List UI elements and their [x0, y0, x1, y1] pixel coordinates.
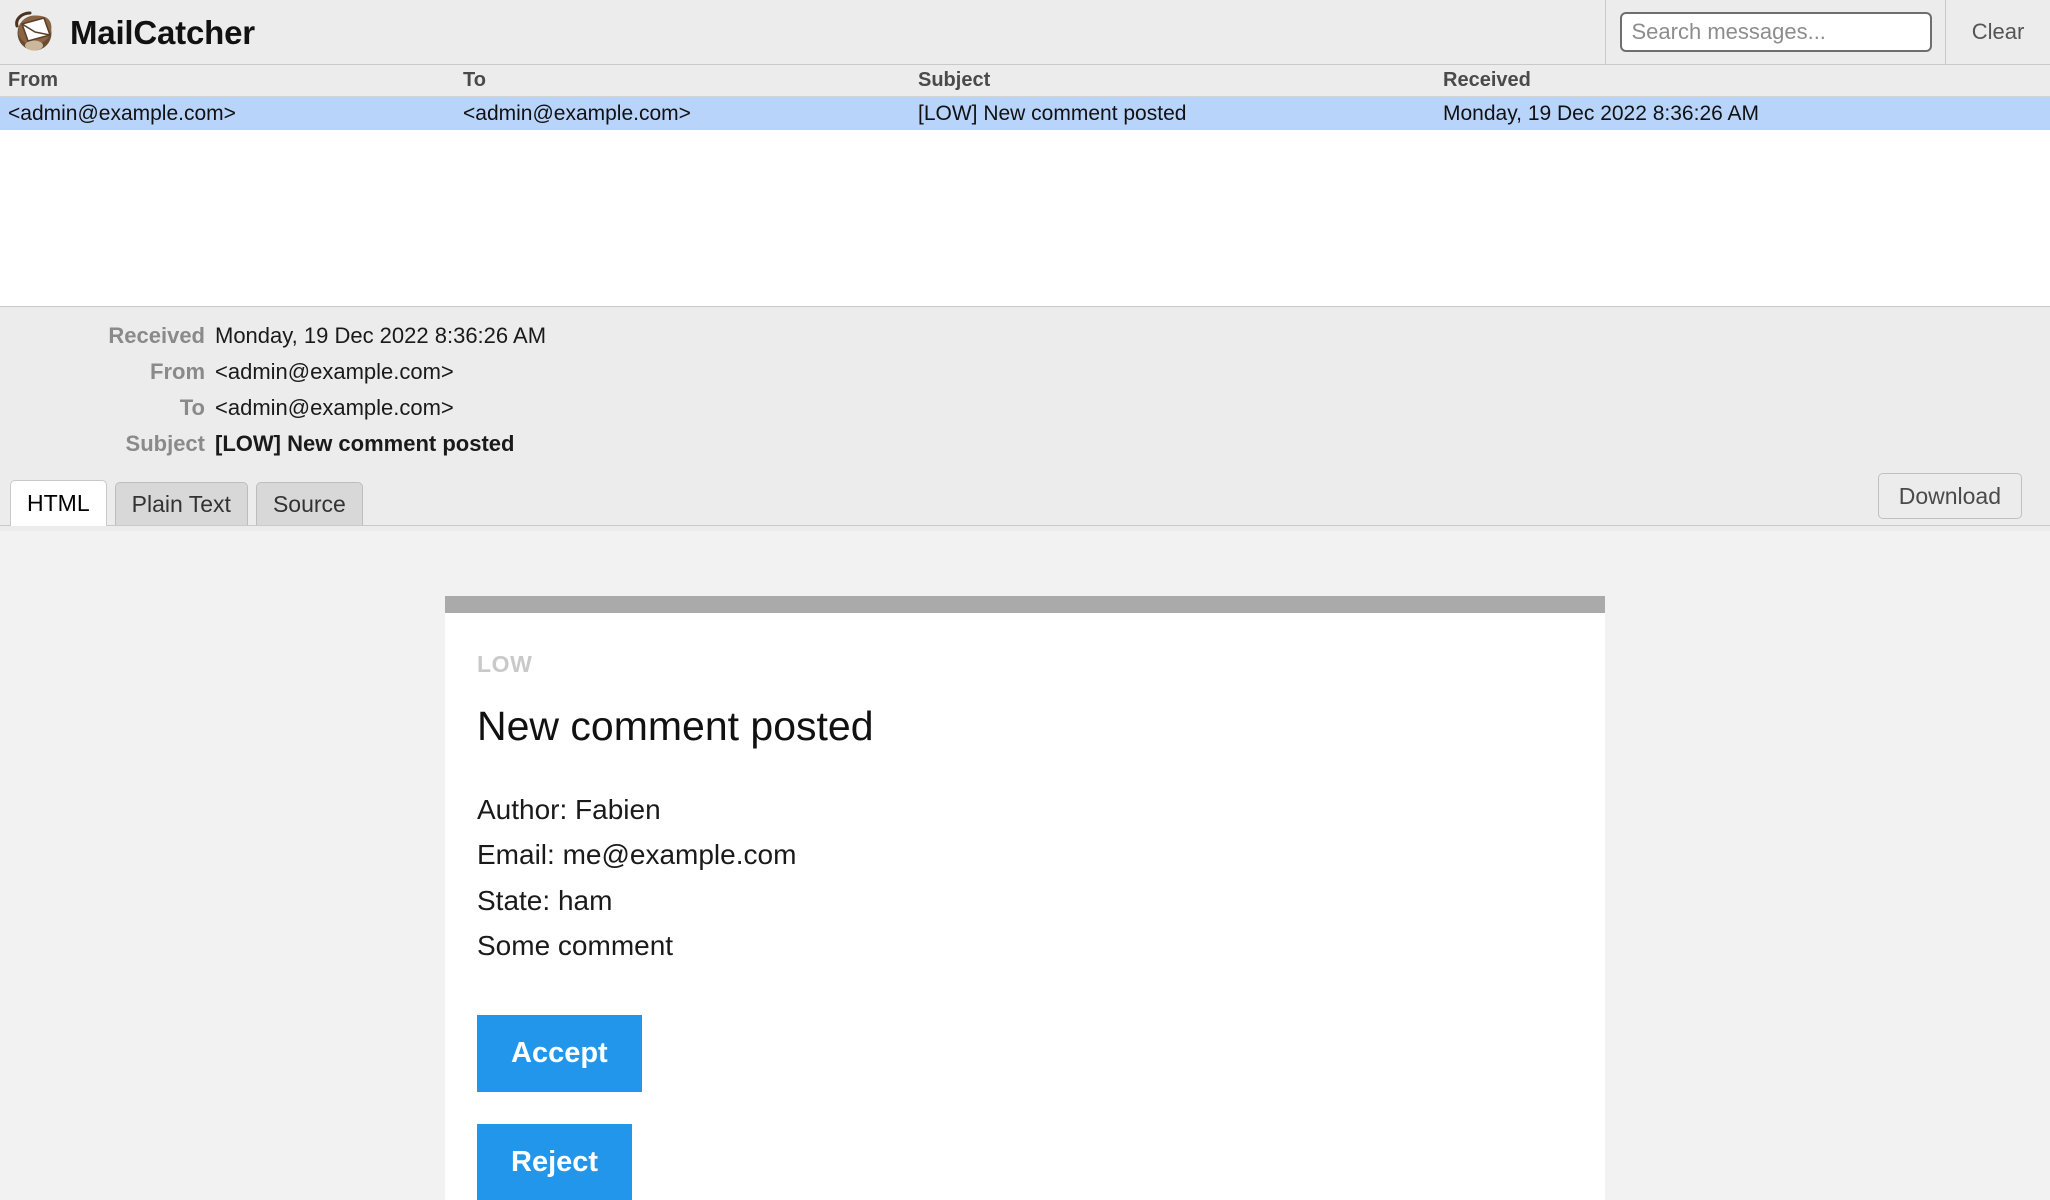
app-title: MailCatcher — [70, 16, 255, 49]
accept-button[interactable]: Accept — [477, 1015, 642, 1092]
priority-badge: LOW — [477, 651, 1575, 678]
message-list: From To Subject Received <admin@example.… — [0, 65, 2050, 305]
tab-source[interactable]: Source — [256, 482, 363, 525]
clear-button[interactable]: Clear — [1972, 19, 2025, 45]
row-cell-subject: [LOW] New comment posted — [910, 102, 1435, 126]
column-header-received[interactable]: Received — [1435, 69, 2050, 92]
download-button[interactable]: Download — [1878, 473, 2022, 519]
email-actions: Accept Reject — [477, 1015, 1575, 1200]
detail-value-received: Monday, 19 Dec 2022 8:36:26 AM — [215, 323, 546, 349]
email-line-comment: Some comment — [477, 923, 1575, 968]
brand: MailCatcher — [0, 0, 1605, 64]
clear-container: Clear — [1945, 0, 2050, 64]
search-input[interactable] — [1620, 12, 1932, 52]
table-row[interactable]: <admin@example.com> <admin@example.com> … — [0, 97, 2050, 130]
message-list-header: From To Subject Received — [0, 65, 2050, 97]
detail-header-list: Received Monday, 19 Dec 2022 8:36:26 AM … — [0, 307, 2050, 467]
email-card-topbar — [445, 596, 1605, 613]
tab-strip: HTML Plain Text Source Download — [0, 479, 2050, 526]
detail-label-to: To — [0, 395, 215, 421]
column-header-from[interactable]: From — [0, 69, 455, 92]
mail-catcher-mitt-icon — [14, 11, 56, 53]
tab-plain-text[interactable]: Plain Text — [115, 482, 248, 525]
column-header-to[interactable]: To — [455, 69, 910, 92]
email-card: LOW New comment posted Author: Fabien Em… — [445, 596, 1605, 1200]
detail-label-from: From — [0, 359, 215, 385]
detail-value-to: <admin@example.com> — [215, 395, 454, 421]
email-line-author: Author: Fabien — [477, 787, 1575, 832]
column-header-subject[interactable]: Subject — [910, 69, 1435, 92]
row-cell-received: Monday, 19 Dec 2022 8:36:26 AM — [1435, 102, 2050, 126]
row-cell-from: <admin@example.com> — [0, 102, 455, 126]
detail-label-subject: Subject — [0, 431, 215, 457]
detail-label-received: Received — [0, 323, 215, 349]
email-body-viewport: LOW New comment posted Author: Fabien Em… — [0, 531, 2050, 1200]
detail-header-subject: Subject [LOW] New comment posted — [0, 431, 2050, 467]
row-cell-to: <admin@example.com> — [455, 102, 910, 126]
detail-header-received: Received Monday, 19 Dec 2022 8:36:26 AM — [0, 323, 2050, 359]
app-header: MailCatcher Clear — [0, 0, 2050, 65]
detail-value-subject: [LOW] New comment posted — [215, 431, 514, 457]
email-line-state: State: ham — [477, 878, 1575, 923]
search-container — [1605, 0, 1945, 64]
email-line-email: Email: me@example.com — [477, 832, 1575, 877]
tab-html[interactable]: HTML — [10, 480, 107, 526]
detail-header-to: To <admin@example.com> — [0, 395, 2050, 431]
detail-value-from: <admin@example.com> — [215, 359, 454, 385]
reject-button[interactable]: Reject — [477, 1124, 632, 1200]
email-heading: New comment posted — [477, 704, 1575, 749]
email-card-content: LOW New comment posted Author: Fabien Em… — [445, 613, 1605, 1200]
detail-header-from: From <admin@example.com> — [0, 359, 2050, 395]
